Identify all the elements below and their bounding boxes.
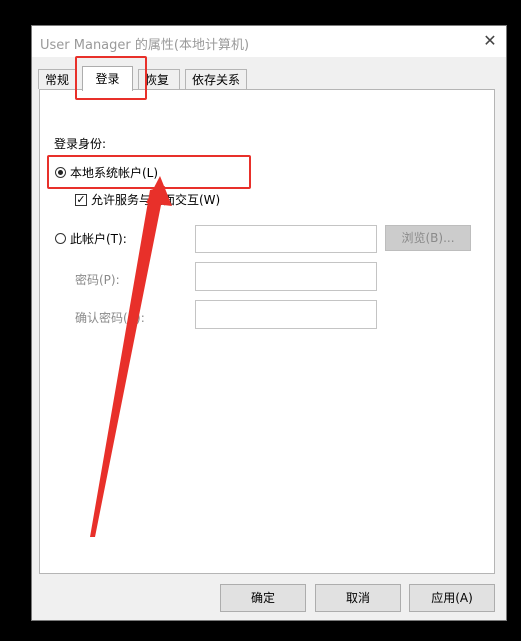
ok-button[interactable]: 确定 bbox=[220, 584, 306, 612]
tab-general[interactable]: 常规 bbox=[38, 69, 77, 89]
tab-logon[interactable]: 登录 bbox=[82, 66, 133, 91]
title-bar: User Manager 的属性(本地计算机) ✕ bbox=[32, 26, 506, 57]
password-input[interactable] bbox=[195, 262, 377, 291]
close-icon[interactable]: ✕ bbox=[478, 30, 502, 52]
confirm-password-label: 确认密码(C): bbox=[75, 311, 145, 325]
window-title: User Manager 的属性(本地计算机) bbox=[40, 38, 250, 53]
tab-dependencies[interactable]: 依存关系 bbox=[185, 69, 247, 89]
confirm-password-input[interactable] bbox=[195, 300, 377, 329]
account-input[interactable] bbox=[195, 225, 377, 253]
this-account-label: 此帐户(T): bbox=[70, 232, 127, 246]
password-label: 密码(P): bbox=[75, 273, 120, 287]
browse-button[interactable]: 浏览(B)... bbox=[385, 225, 471, 251]
apply-button[interactable]: 应用(A) bbox=[409, 584, 495, 612]
properties-dialog: User Manager 的属性(本地计算机) ✕ 常规 登录 恢复 依存关系 … bbox=[31, 25, 507, 621]
cancel-button[interactable]: 取消 bbox=[315, 584, 401, 612]
logon-as-label: 登录身份: bbox=[54, 137, 107, 151]
interact-desktop-label: 允许服务与桌面交互(W) bbox=[91, 193, 221, 207]
interact-desktop-checkbox[interactable]: ✓ bbox=[75, 194, 87, 206]
annotation-box-interact-desktop bbox=[47, 155, 251, 189]
this-account-radio[interactable] bbox=[55, 233, 66, 244]
